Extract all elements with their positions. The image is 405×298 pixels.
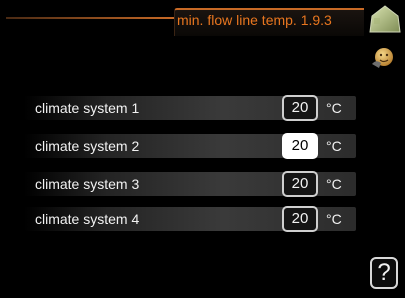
row-label: climate system 4 xyxy=(35,211,140,227)
row-climate-system-1[interactable]: climate system 1 20 °C xyxy=(24,95,356,121)
home-icon[interactable] xyxy=(368,4,402,34)
header-divider xyxy=(6,17,174,19)
screen: min. flow line temp. 1.9.3 climate syste… xyxy=(0,0,405,298)
face-icon xyxy=(372,48,393,68)
row-label: climate system 2 xyxy=(35,138,140,154)
row-label: climate system 3 xyxy=(35,176,140,192)
value-field[interactable]: 20 xyxy=(282,206,318,232)
value-field-selected[interactable]: 20 xyxy=(282,133,318,159)
value-field[interactable]: 20 xyxy=(282,95,318,121)
page-title: min. flow line temp. 1.9.3 xyxy=(177,12,332,28)
unit-label: °C xyxy=(326,138,342,154)
help-button[interactable]: ? xyxy=(370,257,398,289)
row-climate-system-3[interactable]: climate system 3 20 °C xyxy=(24,171,356,197)
row-climate-system-4[interactable]: climate system 4 20 °C xyxy=(24,206,356,232)
row-label: climate system 1 xyxy=(35,100,140,116)
unit-label: °C xyxy=(326,176,342,192)
unit-label: °C xyxy=(326,211,342,227)
unit-label: °C xyxy=(326,100,342,116)
row-climate-system-2[interactable]: climate system 2 20 °C xyxy=(24,133,356,159)
value-field[interactable]: 20 xyxy=(282,171,318,197)
